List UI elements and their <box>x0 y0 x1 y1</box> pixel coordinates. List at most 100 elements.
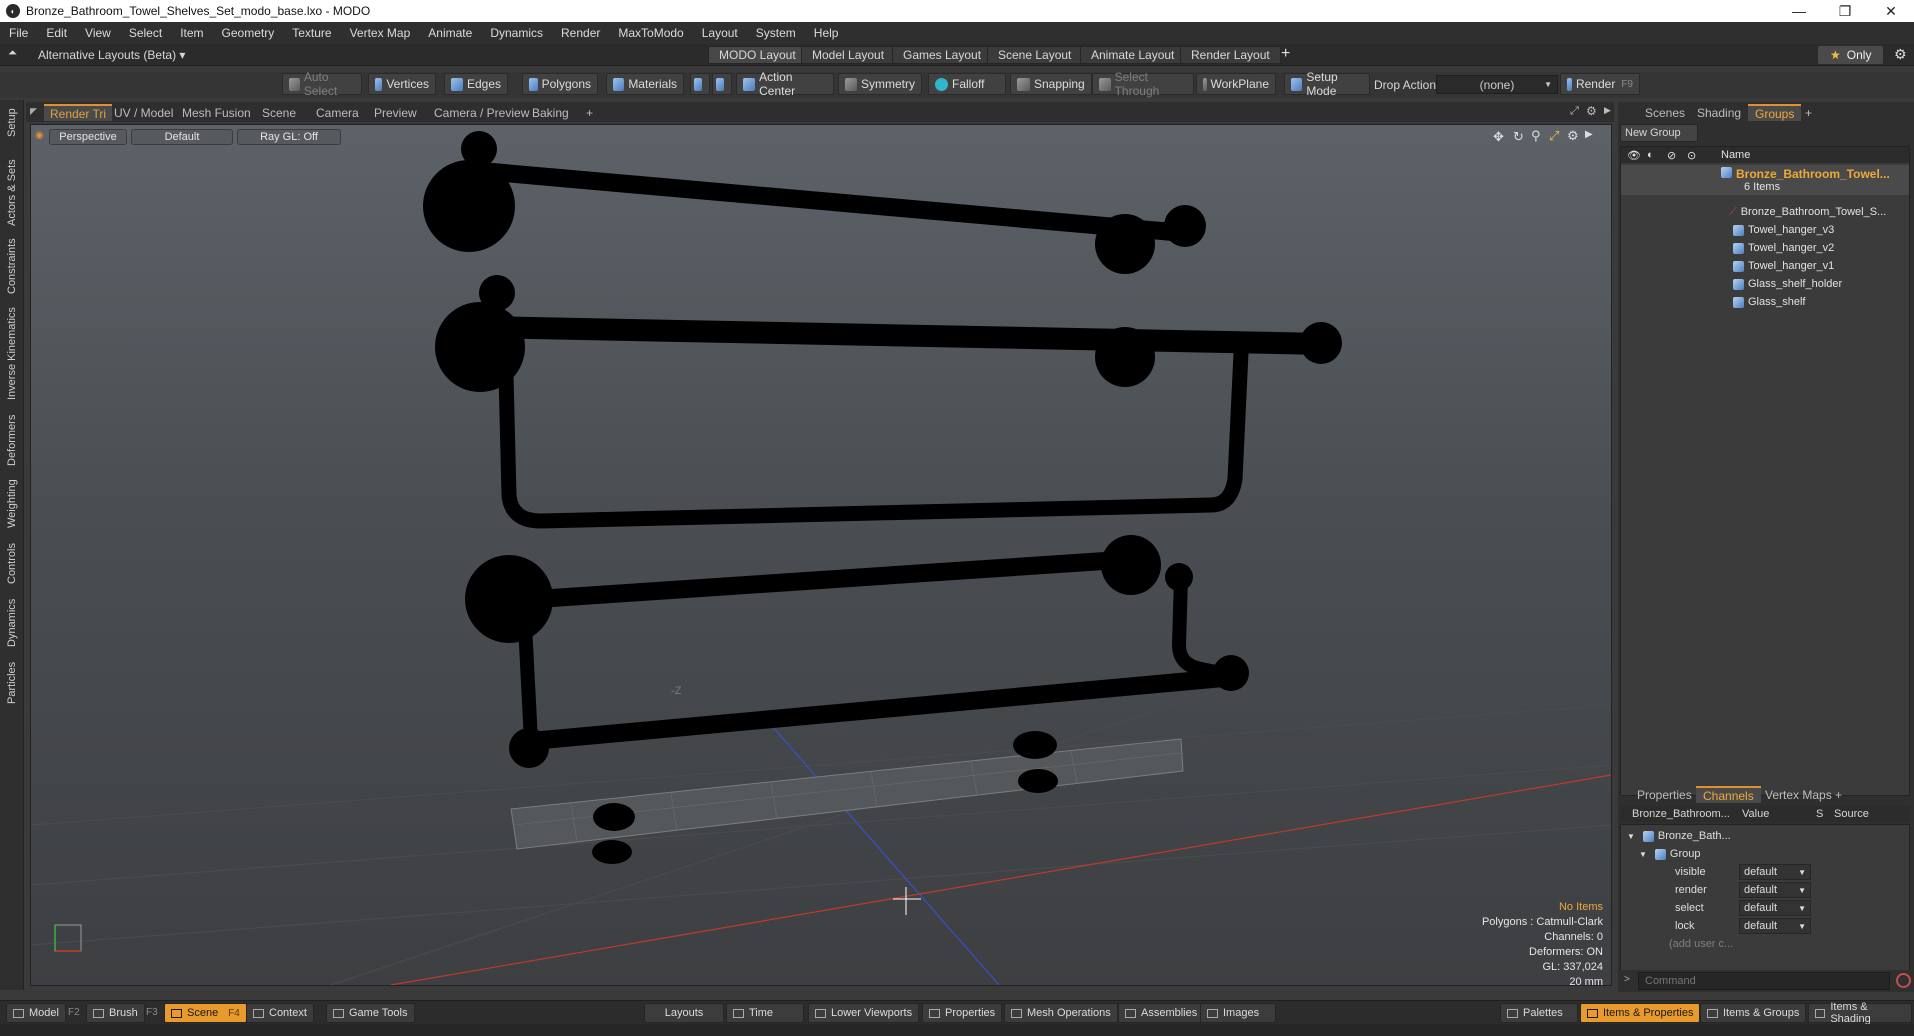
add-viewport-tab-button[interactable]: + <box>580 104 599 121</box>
vtab-controls[interactable]: Controls <box>2 540 22 588</box>
menu-texture[interactable]: Texture <box>283 26 340 40</box>
channel-row[interactable]: select default ▼ <box>1621 899 1909 917</box>
shield-button[interactable] <box>690 73 710 95</box>
vtab-deformers[interactable]: Deformers <box>2 412 22 468</box>
action-center-button[interactable]: Action Center <box>736 70 834 98</box>
vtab-inverse-kinematics[interactable]: Inverse Kinematics <box>2 304 22 404</box>
record-icon[interactable] <box>1896 973 1911 988</box>
tab-mesh-fusion[interactable]: Mesh Fusion <box>176 104 257 121</box>
list-item[interactable]: Towel_hanger_v1 <box>1621 257 1909 275</box>
3d-viewport[interactable]: ◉ Perspective Default Ray GL: Off ✥ ↻ ⚲ … <box>30 124 1612 986</box>
polygons-button[interactable]: Polygons <box>522 73 598 95</box>
menu-layout[interactable]: Layout <box>693 26 747 40</box>
expand-icon[interactable]: ⤢ <box>1570 105 1579 118</box>
vertices-button[interactable]: Vertices <box>368 73 436 95</box>
menu-dynamics[interactable]: Dynamics <box>481 26 552 40</box>
render-button[interactable]: Render F9 <box>1560 73 1640 95</box>
list-item[interactable]: Towel_hanger_v3 <box>1621 221 1909 239</box>
list-item[interactable]: ⟋ Bronze_Bathroom_Towel_S... <box>1621 203 1909 221</box>
vtab-actors-sets[interactable]: Actors & Sets <box>2 158 22 228</box>
tab-modo-layout[interactable]: MODO Layout <box>708 46 807 64</box>
menu-system[interactable]: System <box>747 26 805 40</box>
brush-button[interactable]: Brush <box>86 1003 145 1023</box>
falloff-button[interactable]: Falloff <box>928 73 1006 95</box>
vtab-weighting[interactable]: Weighting <box>2 476 22 532</box>
tab-scenes[interactable]: Scenes <box>1638 104 1692 121</box>
add-properties-tab-button[interactable]: + <box>1828 786 1849 803</box>
list-item[interactable]: Glass_shelf <box>1621 293 1909 311</box>
game-tools-button[interactable]: Game Tools <box>326 1003 415 1023</box>
command-input[interactable] <box>1638 972 1890 990</box>
tab-animate-layout[interactable]: Animate Layout <box>1080 46 1186 64</box>
tab-scene-layout[interactable]: Scene Layout <box>987 46 1083 64</box>
items-shading-button[interactable]: Items & Shading <box>1808 1001 1912 1025</box>
tab-groups[interactable]: Groups <box>1748 104 1802 121</box>
tab-render-tri[interactable]: Render Tri <box>44 104 113 121</box>
vtab-dynamics[interactable]: Dynamics <box>2 596 22 650</box>
new-group-button[interactable]: New Group <box>1620 124 1698 142</box>
vtab-setup[interactable]: Setup <box>2 106 22 140</box>
workplane-button[interactable]: WorkPlane <box>1196 73 1276 95</box>
alternative-layouts-dropdown[interactable]: Alternative Layouts (Beta) ▾ <box>38 48 185 62</box>
channel-group-row[interactable]: ▼ Group <box>1621 845 1909 863</box>
tab-scene[interactable]: Scene <box>256 104 302 121</box>
restore-icon[interactable]: ❐ <box>1822 3 1868 20</box>
shield-lock-button[interactable] <box>712 73 732 95</box>
drop-action-select[interactable]: (none) ▼ <box>1436 75 1558 94</box>
select-through-button[interactable]: Select Through <box>1092 70 1194 98</box>
list-item[interactable]: Glass_shelf_holder <box>1621 275 1909 293</box>
gear-icon[interactable]: ⚙ <box>1894 46 1907 63</box>
tab-vertex-maps[interactable]: Vertex Maps <box>1758 786 1839 803</box>
menu-item[interactable]: Item <box>171 26 212 40</box>
channel-row[interactable]: lock default ▼ <box>1621 917 1909 935</box>
menu-geometry[interactable]: Geometry <box>213 26 284 40</box>
tab-uv-model[interactable]: UV / Model <box>108 104 179 121</box>
context-button[interactable]: Context <box>246 1003 314 1023</box>
tab-camera[interactable]: Camera <box>310 104 365 121</box>
group-root-row[interactable]: Bronze_Bathroom_Towel... 6 Items <box>1621 165 1909 195</box>
menu-animate[interactable]: Animate <box>419 26 481 40</box>
properties-button[interactable]: Properties <box>922 1003 1003 1023</box>
scene-button[interactable]: Scene F4 <box>164 1003 247 1023</box>
items-properties-button[interactable]: Items & Properties <box>1580 1003 1701 1023</box>
viewport-menu-arrow-icon[interactable]: ▶ <box>1604 105 1611 116</box>
tab-model-layout[interactable]: Model Layout <box>801 46 896 64</box>
menu-view[interactable]: View <box>76 26 120 40</box>
tab-camera-preview[interactable]: Camera / Preview <box>428 104 535 121</box>
list-item[interactable]: Towel_hanger_v2 <box>1621 239 1909 257</box>
edges-button[interactable]: Edges <box>444 73 508 95</box>
tab-properties[interactable]: Properties <box>1630 786 1699 803</box>
channel-root-row[interactable]: ▼ Bronze_Bath... <box>1621 827 1909 845</box>
time-button[interactable]: Time <box>726 1003 804 1023</box>
tab-shading[interactable]: Shading <box>1690 104 1748 121</box>
images-button[interactable]: Images <box>1200 1003 1276 1023</box>
vtab-constraints[interactable]: Constraints <box>2 236 22 296</box>
auto-select-button[interactable]: Auto Select <box>282 70 362 98</box>
snapping-button[interactable]: Snapping <box>1010 73 1092 95</box>
channel-row[interactable]: render default ▼ <box>1621 881 1909 899</box>
tab-render-layout[interactable]: Render Layout <box>1180 46 1281 64</box>
collapse-icon[interactable]: ⏶ <box>8 47 17 60</box>
tab-baking[interactable]: Baking <box>526 104 575 121</box>
minimize-icon[interactable]: — <box>1776 3 1822 20</box>
menu-select[interactable]: Select <box>120 26 171 40</box>
add-layout-button[interactable]: + <box>1281 45 1290 63</box>
channel-row[interactable]: visible default ▼ <box>1621 863 1909 881</box>
panel-menu-icon[interactable]: ◤ <box>30 106 37 117</box>
menu-render[interactable]: Render <box>552 26 609 40</box>
channel-value-select[interactable]: default ▼ <box>1739 900 1811 916</box>
channel-value-select[interactable]: default ▼ <box>1739 918 1811 934</box>
setup-mode-button[interactable]: Setup Mode <box>1284 70 1370 98</box>
palettes-button[interactable]: Palettes <box>1500 1003 1578 1023</box>
menu-maxtomodo[interactable]: MaxToModo <box>609 26 692 40</box>
menu-file[interactable]: File <box>0 26 37 40</box>
add-right-tab-button[interactable]: + <box>1798 104 1819 121</box>
tab-games-layout[interactable]: Games Layout <box>892 46 993 64</box>
viewport-gear-icon[interactable]: ⚙ <box>1586 104 1597 118</box>
menu-edit[interactable]: Edit <box>37 26 76 40</box>
assemblies-button[interactable]: Assemblies <box>1118 1003 1205 1023</box>
materials-button[interactable]: Materials <box>606 73 684 95</box>
tab-preview[interactable]: Preview <box>368 104 423 121</box>
layouts-button[interactable]: Layouts <box>644 1003 724 1023</box>
lower-viewports-button[interactable]: Lower Viewports <box>808 1003 920 1023</box>
